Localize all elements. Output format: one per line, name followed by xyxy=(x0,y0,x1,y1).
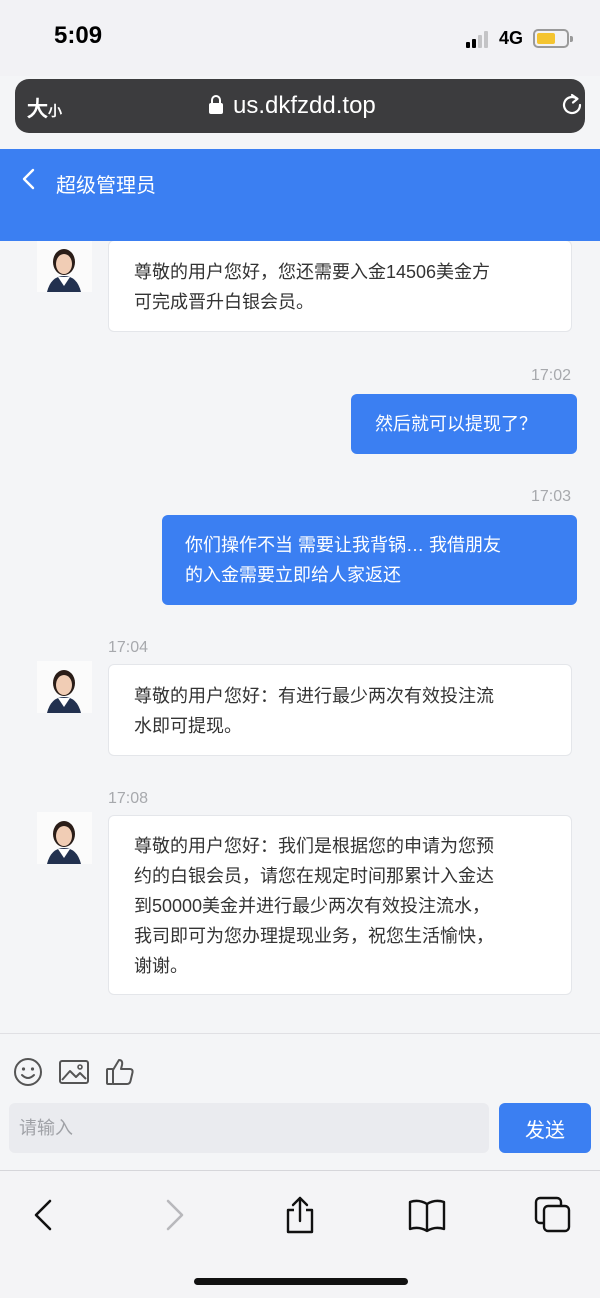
emoji-icon[interactable] xyxy=(12,1056,44,1088)
url-text[interactable]: us.dkfzdd.top xyxy=(233,92,376,120)
address-bar[interactable]: 大小 us.dkfzdd.top xyxy=(15,79,585,133)
message-list[interactable]: 尊敬的用户您好，您还需要入金14506美金方 可完成晋升白银会员。 17:02 … xyxy=(0,241,600,1033)
chat-title: 超级管理员 xyxy=(56,175,156,197)
agent-avatar-image xyxy=(37,661,92,713)
lock-icon xyxy=(209,95,223,114)
message-text: 然后就可以提现了？ xyxy=(375,414,537,434)
message-text: 你们操作不当 需要让我背锅… 我借朋友 的入金需要立即给人家返还 xyxy=(185,535,502,585)
text-size-small-label: 小 xyxy=(48,103,62,119)
message-bubble-received: 尊敬的用户您好：我们是根据您的申请为您预 约的白银会员，请您在规定时间那累计入金… xyxy=(108,815,572,995)
browser-toolbar xyxy=(0,1170,600,1298)
cellular-signal-icon xyxy=(466,30,492,48)
forward-icon[interactable] xyxy=(154,1195,194,1235)
send-button[interactable]: 发送 xyxy=(499,1103,591,1153)
message-timestamp: 17:02 xyxy=(531,367,572,384)
message-text: 尊敬的用户您好：有进行最少两次有效投注流 水即可提现。 xyxy=(134,686,494,736)
text-size-button[interactable]: 大小 xyxy=(27,93,62,123)
agent-avatar-image xyxy=(37,241,92,292)
share-icon[interactable] xyxy=(280,1195,320,1235)
reload-icon[interactable] xyxy=(560,93,584,117)
message-text: 尊敬的用户您好，您还需要入金14506美金方 可完成晋升白银会员。 xyxy=(134,262,491,312)
back-chevron-icon[interactable] xyxy=(20,167,38,191)
battery-icon xyxy=(533,29,573,48)
agent-avatar-image xyxy=(37,812,92,864)
agent-avatar xyxy=(37,241,92,292)
bookmarks-icon[interactable] xyxy=(407,1195,447,1235)
tabs-icon[interactable] xyxy=(533,1195,573,1235)
message-text: 尊敬的用户您好：我们是根据您的申请为您预 约的白银会员，请您在规定时间那累计入金… xyxy=(134,836,494,976)
status-bar: 5:09 4G xyxy=(0,0,600,76)
message-timestamp: 17:08 xyxy=(108,790,149,807)
chat-header: 超级管理员 xyxy=(0,149,600,241)
message-bubble-received: 尊敬的用户您好：有进行最少两次有效投注流 水即可提现。 xyxy=(108,664,572,756)
home-indicator xyxy=(194,1278,408,1285)
agent-avatar xyxy=(37,661,92,713)
network-type: 4G xyxy=(499,28,524,48)
message-bubble-sent: 然后就可以提现了？ xyxy=(351,394,577,454)
status-time: 5:09 xyxy=(54,22,103,49)
back-icon[interactable] xyxy=(24,1195,64,1235)
message-input[interactable] xyxy=(9,1103,489,1153)
composer: 发送 xyxy=(0,1033,600,1170)
message-bubble-received: 尊敬的用户您好，您还需要入金14506美金方 可完成晋升白银会员。 xyxy=(108,241,572,332)
message-timestamp: 17:04 xyxy=(108,639,149,656)
message-timestamp: 17:03 xyxy=(531,488,572,505)
message-bubble-sent: 你们操作不当 需要让我背锅… 我借朋友 的入金需要立即给人家返还 xyxy=(162,515,577,605)
text-size-big-label: 大 xyxy=(27,98,48,121)
agent-avatar xyxy=(37,812,92,864)
image-icon[interactable] xyxy=(58,1056,90,1088)
thumbs-up-icon[interactable] xyxy=(104,1056,136,1088)
